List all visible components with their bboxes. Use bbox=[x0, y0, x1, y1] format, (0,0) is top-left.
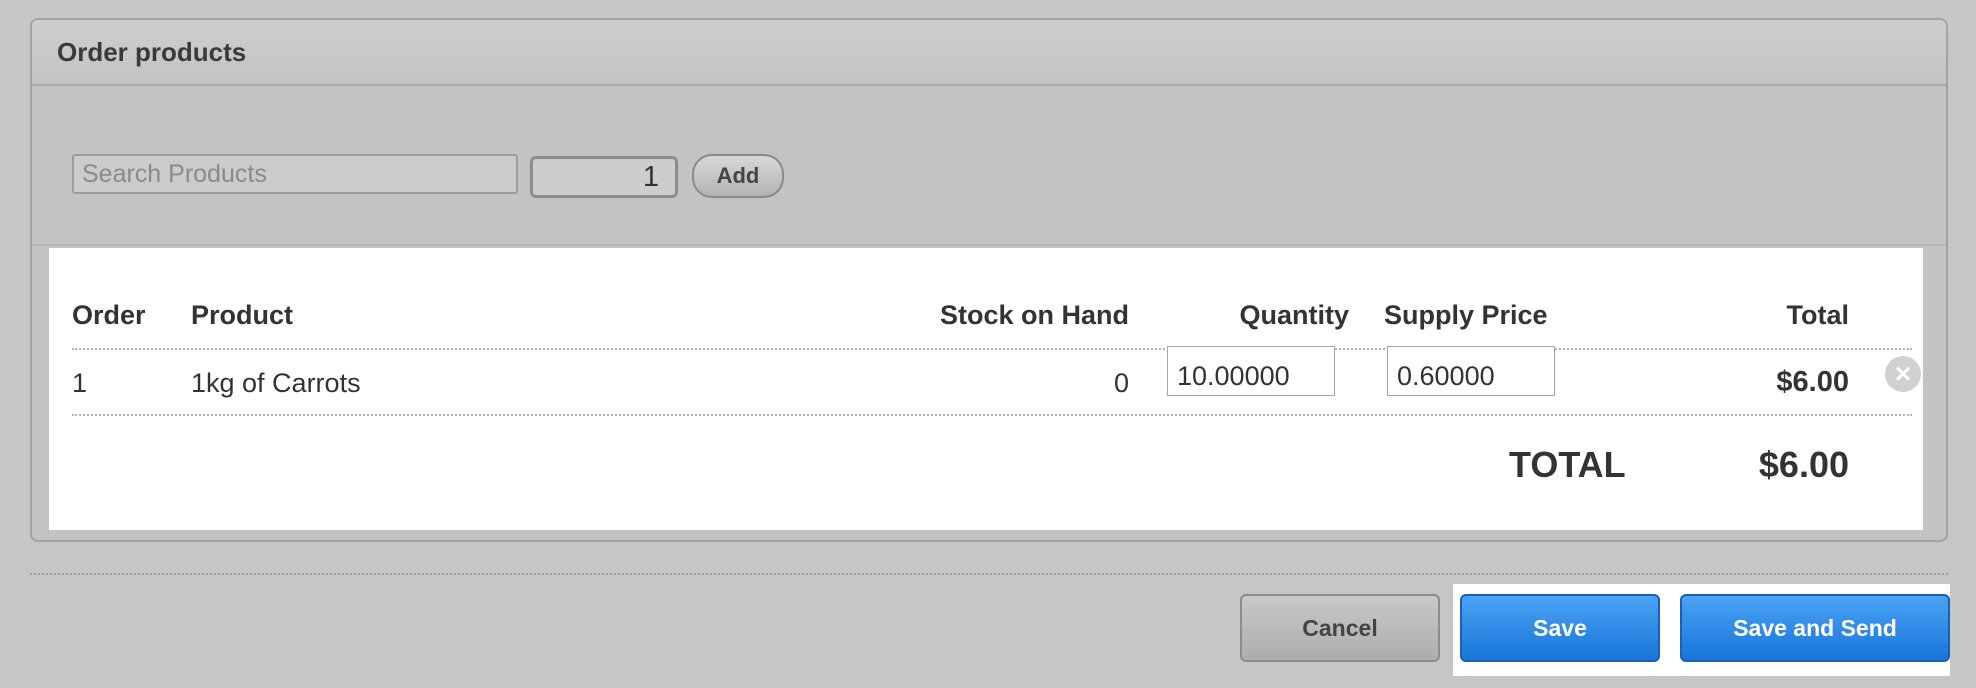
row-supply-price-input[interactable] bbox=[1387, 346, 1555, 396]
cancel-button[interactable]: Cancel bbox=[1240, 594, 1440, 662]
grand-total-label: TOTAL bbox=[1509, 444, 1626, 485]
add-button[interactable]: Add bbox=[692, 154, 784, 198]
header-divider bbox=[72, 348, 1912, 350]
column-header-supply-price: Supply Price bbox=[1384, 300, 1548, 330]
save-button[interactable]: Save bbox=[1460, 594, 1660, 662]
row-stock: 0 bbox=[1113, 368, 1129, 398]
product-search-bar: Add bbox=[32, 86, 1946, 246]
add-quantity-input[interactable] bbox=[530, 156, 678, 198]
column-header-total: Total bbox=[1786, 300, 1850, 330]
column-header-stock: Stock on Hand bbox=[939, 300, 1129, 330]
search-products-input[interactable] bbox=[72, 154, 518, 194]
row-divider bbox=[72, 414, 1912, 416]
actions-divider bbox=[30, 573, 1948, 575]
row-quantity-input[interactable] bbox=[1167, 346, 1335, 396]
save-and-send-button[interactable]: Save and Send bbox=[1680, 594, 1950, 662]
row-total: $6.00 bbox=[1776, 366, 1849, 398]
panel-header: Order products bbox=[32, 20, 1946, 86]
grand-total-value: $6.00 bbox=[1758, 444, 1849, 485]
order-table: Order Product Stock on Hand Quantity Sup… bbox=[49, 248, 1923, 530]
column-header-order: Order bbox=[72, 300, 146, 330]
order-products-panel: Order products Add Order Product Stock o… bbox=[30, 18, 1948, 542]
panel-title: Order products bbox=[57, 36, 247, 67]
row-order: 1 bbox=[72, 368, 88, 398]
remove-row-icon[interactable]: × bbox=[1885, 356, 1921, 392]
column-header-quantity: Quantity bbox=[1239, 300, 1349, 330]
row-product: 1kg of Carrots bbox=[191, 368, 361, 398]
column-header-product: Product bbox=[191, 300, 294, 330]
